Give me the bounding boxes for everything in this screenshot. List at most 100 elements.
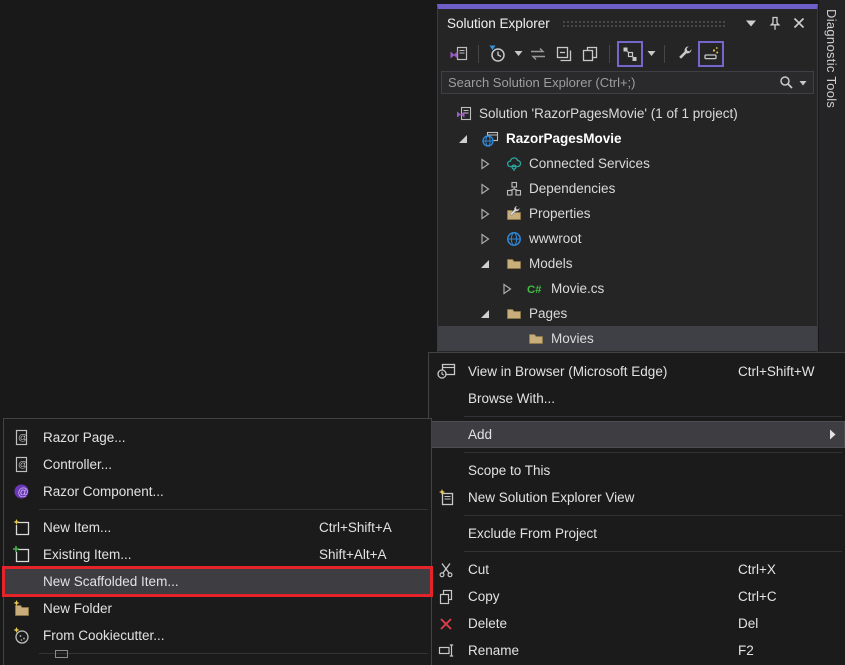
solution-tree: Solution 'RazorPagesMovie' (1 of 1 proje… [438,96,817,351]
filter-dropdown-button[interactable] [512,42,524,66]
menu-item-new-solution-explorer-view[interactable]: New Solution Explorer View [429,484,845,511]
partial-item-icon [55,650,68,658]
chevron-down-icon [514,50,523,57]
new-item-icon [4,519,38,536]
preview-items-icon [703,45,720,62]
collapse-all-button[interactable] [552,42,576,66]
menu-item-copy[interactable]: Copy Ctrl+C [429,583,845,610]
cookiecutter-icon [4,627,38,644]
chevron-collapsed-icon[interactable] [499,281,515,297]
web-project-icon [482,131,499,147]
solution-explorer-titlebar[interactable]: Solution Explorer [438,9,817,37]
menu-item-new-item[interactable]: New Item... Ctrl+Shift+A [4,514,431,541]
tree-item-project[interactable]: RazorPagesMovie [438,126,817,151]
search-icon [779,75,794,90]
tree-item-movies[interactable]: Movies [438,326,817,351]
visual-studio-window: Solution Explorer [0,0,845,665]
menu-item-browse-with[interactable]: Browse With... [429,385,845,412]
chevron-collapsed-icon[interactable] [477,181,493,197]
search-box[interactable] [441,71,814,94]
menu-separator [39,509,428,510]
menu-item-scope-to-this[interactable]: Scope to This [429,457,845,484]
linked-nodes-icon [622,46,638,62]
pending-changes-filter-button[interactable] [486,42,510,66]
copy-icon [429,589,463,605]
drag-grip-texture [562,20,727,29]
properties-pages-button[interactable] [578,42,602,66]
tree-item-models[interactable]: Models [438,251,817,276]
property-pages-icon [581,45,599,63]
menu-item-razor-page[interactable]: @ Razor Page... [4,424,431,451]
switch-views-button[interactable] [447,42,471,66]
pin-icon [768,16,782,31]
sync-with-active-document-button[interactable] [526,42,550,66]
close-icon [793,17,805,29]
close-button[interactable] [789,13,809,33]
existing-item-icon [4,546,38,563]
menu-item-existing-item[interactable]: Existing Item... Shift+Alt+A [4,541,431,568]
svg-text:@: @ [17,487,28,499]
chevron-expanded-icon[interactable] [455,131,471,147]
chevron-expanded-icon[interactable] [477,256,493,272]
chevron-collapsed-icon[interactable] [477,206,493,222]
folder-icon [505,306,522,322]
pin-button[interactable] [765,13,785,33]
dependencies-icon [505,181,522,197]
chevron-down-icon [745,18,757,28]
tree-item-pages[interactable]: Pages [438,301,817,326]
add-submenu: @ Razor Page... @ Controller... @ Razo [3,418,432,665]
search-input[interactable] [448,75,779,90]
tree-item-dependencies[interactable]: Dependencies [438,176,817,201]
svg-text:@: @ [18,433,28,444]
chevron-expanded-icon[interactable] [477,306,493,322]
chevron-down-icon [799,80,807,86]
tree-item-solution[interactable]: Solution 'RazorPagesMovie' (1 of 1 proje… [438,101,817,126]
toolbar-separator [664,45,665,63]
menu-item-razor-component[interactable]: @ Razor Component... [4,478,431,505]
controller-icon: @ [4,456,38,473]
vs-solution-icon [449,45,469,63]
chevron-collapsed-icon[interactable] [477,231,493,247]
preview-selected-items-toggle[interactable] [698,41,724,67]
menu-item-cut[interactable]: Cut Ctrl+X [429,556,845,583]
diagnostic-tools-tab[interactable]: Diagnostic Tools [819,0,845,352]
tree-item-connected-services[interactable]: Connected Services [438,151,817,176]
solution-explorer-panel: Solution Explorer [437,4,818,352]
menu-item-add[interactable]: Add [429,421,845,448]
cut-icon [429,562,463,578]
delete-icon [429,617,463,631]
menu-item-delete[interactable]: Delete Del [429,610,845,637]
connected-services-icon [505,156,522,172]
menu-item-controller[interactable]: @ Controller... [4,451,431,478]
collapse-all-icon [555,45,573,63]
panel-title: Solution Explorer [447,16,550,31]
folder-icon [505,256,522,272]
chevron-collapsed-icon[interactable] [477,156,493,172]
menu-separator [39,653,428,654]
menu-item-new-scaffolded-item[interactable]: New Scaffolded Item... [4,568,431,595]
chevron-down-icon [647,50,656,57]
razor-page-icon: @ [4,429,38,446]
search-options-dropdown[interactable] [799,80,807,86]
menu-item-from-cookiecutter[interactable]: From Cookiecutter... [4,622,431,649]
menu-item-rename[interactable]: Rename F2 [429,637,845,664]
properties-button[interactable] [672,42,696,66]
menu-separator [464,515,842,516]
toolbar-separator [478,45,479,63]
new-solution-explorer-view-icon [429,489,463,506]
diagnostic-tools-label: Diagnostic Tools [824,0,839,108]
tree-item-movie-cs[interactable]: C# Movie.cs [438,276,817,301]
track-active-item-toggle[interactable] [617,41,643,67]
sync-arrows-icon [529,47,547,61]
new-folder-icon [4,600,38,617]
tree-item-properties[interactable]: Properties [438,201,817,226]
menu-item-view-in-browser[interactable]: View in Browser (Microsoft Edge) Ctrl+Sh… [429,358,845,385]
menu-item-new-folder[interactable]: New Folder [4,595,431,622]
svg-text:C#: C# [527,284,542,296]
menu-item-exclude-from-project[interactable]: Exclude From Project [429,520,845,547]
folder-icon [527,331,544,347]
tree-item-wwwroot[interactable]: wwwroot [438,226,817,251]
track-dropdown-button[interactable] [645,42,657,66]
context-menu: View in Browser (Microsoft Edge) Ctrl+Sh… [428,352,845,665]
window-position-button[interactable] [741,13,761,33]
